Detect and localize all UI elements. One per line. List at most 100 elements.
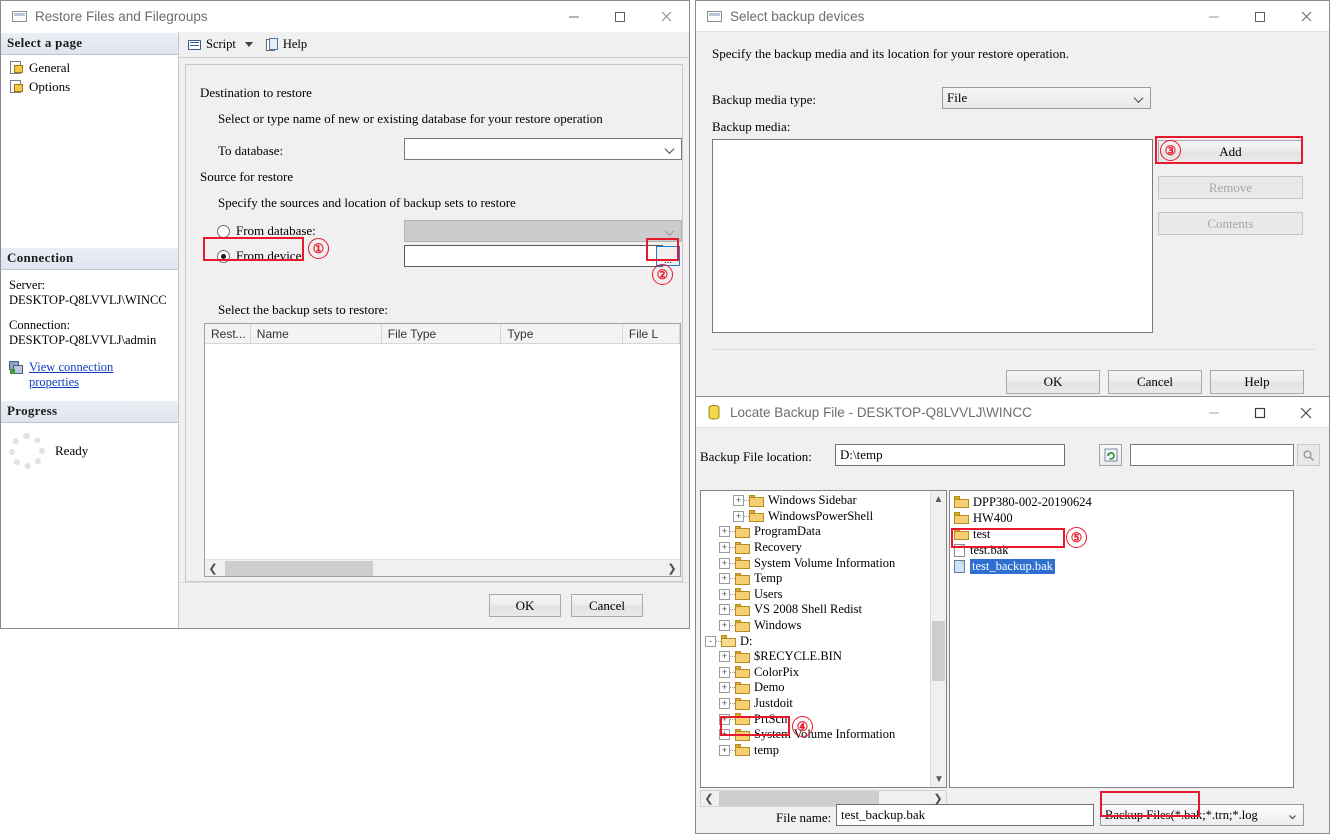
close-icon[interactable] xyxy=(643,1,689,32)
grid-col-file-l[interactable]: File L xyxy=(623,324,680,343)
restore-cancel-button[interactable]: Cancel xyxy=(571,594,643,617)
tree-item[interactable]: + $RECYCLE.BIN xyxy=(701,649,930,665)
sidebar-item-general[interactable]: General xyxy=(7,59,178,78)
file-list-item[interactable]: test_backup.bak xyxy=(950,558,1293,574)
view-connection-properties-link[interactable]: View connection properties xyxy=(9,360,170,390)
expand-icon[interactable]: + xyxy=(719,713,730,725)
tree-item[interactable]: + Recovery xyxy=(701,540,930,556)
folder-tree[interactable]: + Windows Sidebar + WindowsPowerShell + Progr… xyxy=(700,490,947,788)
help-button[interactable]: Help xyxy=(263,36,310,53)
collapse-icon[interactable]: - xyxy=(705,635,716,647)
maximize-icon[interactable] xyxy=(1237,1,1283,32)
view-connection-link-line2[interactable]: properties xyxy=(29,375,79,389)
close-icon[interactable] xyxy=(1283,397,1329,428)
tree-item[interactable]: + Windows xyxy=(701,618,930,634)
tree-item[interactable]: + temp xyxy=(701,743,930,759)
file-list-item[interactable]: test.bak xyxy=(950,542,1293,558)
from-device-radio[interactable] xyxy=(217,249,230,263)
expand-icon[interactable]: + xyxy=(719,729,730,741)
expand-icon[interactable]: + xyxy=(719,573,730,585)
file-list-item[interactable]: test xyxy=(950,526,1293,542)
minimize-icon[interactable] xyxy=(1191,1,1237,32)
chevron-down-icon[interactable] xyxy=(244,42,253,47)
tree-item[interactable]: + System Volume Information xyxy=(701,555,930,571)
tree-item[interactable]: + ColorPix xyxy=(701,665,930,681)
browse-device-button[interactable]: ... xyxy=(656,246,680,266)
grid-col-name[interactable]: Name xyxy=(251,324,382,343)
refresh-button[interactable] xyxy=(1099,444,1122,466)
to-database-combo[interactable] xyxy=(404,138,682,160)
expand-icon[interactable]: + xyxy=(719,542,730,554)
expand-icon[interactable]: + xyxy=(719,526,730,538)
script-button[interactable]: Script xyxy=(185,36,239,53)
minimize-icon[interactable] xyxy=(1191,397,1237,428)
expand-icon[interactable]: + xyxy=(719,620,730,632)
expand-icon[interactable]: + xyxy=(719,698,730,710)
expand-icon[interactable]: + xyxy=(719,588,730,600)
locate-backup-file-window: Locate Backup File - DESKTOP-Q8LVVLJ\WIN… xyxy=(695,396,1330,834)
grid-col-file-type[interactable]: File Type xyxy=(382,324,502,343)
file-name-label: File name: xyxy=(776,810,832,825)
tree-item[interactable]: + PrtScn xyxy=(701,711,930,727)
scroll-down-icon[interactable]: ▼ xyxy=(931,771,946,787)
annotation-number-3: ③ xyxy=(1160,140,1181,161)
expand-icon[interactable]: + xyxy=(733,510,744,522)
devices-help-button[interactable]: Help xyxy=(1210,370,1304,394)
restore-toolbar: Script Help xyxy=(179,32,689,58)
from-device-input[interactable] xyxy=(404,245,663,267)
tree-item[interactable]: + Windows Sidebar xyxy=(701,493,930,509)
tree-item[interactable]: + Users xyxy=(701,587,930,603)
scroll-left-icon[interactable]: ❮ xyxy=(205,562,221,575)
tree-item[interactable]: + WindowsPowerShell xyxy=(701,509,930,525)
expand-icon[interactable]: + xyxy=(733,495,744,507)
grid-col-restore[interactable]: Rest... xyxy=(205,324,251,343)
from-device-radio-row[interactable]: From device: xyxy=(217,248,305,264)
devices-cancel-button[interactable]: Cancel xyxy=(1108,370,1202,394)
scroll-up-icon[interactable]: ▲ xyxy=(931,491,946,507)
file-list-item[interactable]: HW400 xyxy=(950,510,1293,526)
maximize-icon[interactable] xyxy=(597,1,643,32)
tree-item[interactable]: + ProgramData xyxy=(701,524,930,540)
tree-item[interactable]: + Temp xyxy=(701,571,930,587)
search-button[interactable] xyxy=(1297,444,1320,466)
from-database-radio-row[interactable]: From database: xyxy=(217,223,316,239)
grid-scroll-thumb[interactable] xyxy=(225,560,373,576)
tree-vertical-scrollbar[interactable]: ▲ ▼ xyxy=(930,491,946,787)
media-type-combo[interactable]: File xyxy=(942,87,1151,109)
minimize-icon[interactable] xyxy=(551,1,597,32)
expand-icon[interactable]: + xyxy=(719,666,730,678)
tree-item[interactable]: + System Volume Information xyxy=(701,727,930,743)
devices-ok-button[interactable]: OK xyxy=(1006,370,1100,394)
maximize-icon[interactable] xyxy=(1237,397,1283,428)
scroll-right-icon[interactable]: ❯ xyxy=(664,562,680,575)
expand-icon[interactable]: + xyxy=(719,557,730,569)
tree-item[interactable]: + Justdoit xyxy=(701,696,930,712)
scroll-left-icon[interactable]: ❮ xyxy=(701,792,717,805)
view-connection-link-line1[interactable]: View connection xyxy=(29,360,113,374)
expand-icon[interactable]: + xyxy=(719,744,730,756)
backup-media-listbox[interactable] xyxy=(712,139,1153,333)
grid-horizontal-scrollbar[interactable]: ❮ ❯ xyxy=(205,559,680,576)
tree-scroll-thumb[interactable] xyxy=(932,621,945,681)
location-input[interactable]: D:\temp xyxy=(835,444,1065,466)
close-icon[interactable] xyxy=(1283,1,1329,32)
expand-icon[interactable]: + xyxy=(719,604,730,616)
backup-sets-grid[interactable]: Rest... Name File Type Type File L ❮ ❯ xyxy=(204,323,681,577)
from-database-radio[interactable] xyxy=(217,224,230,238)
select-backup-devices-window: Select backup devices Specify the backup… xyxy=(695,0,1330,397)
file-list[interactable]: DPP380-002-20190624 HW400 test test.bak test… xyxy=(949,490,1294,788)
grid-scroll-track[interactable] xyxy=(221,560,664,576)
search-input[interactable] xyxy=(1130,444,1294,466)
tree-item[interactable]: + VS 2008 Shell Redist xyxy=(701,602,930,618)
file-name-input[interactable]: test_backup.bak xyxy=(836,804,1094,826)
restore-ok-button[interactable]: OK xyxy=(489,594,561,617)
tree-item[interactable]: + Demo xyxy=(701,680,930,696)
grid-col-type[interactable]: Type xyxy=(501,324,623,343)
expand-icon[interactable]: + xyxy=(719,651,730,663)
sidebar-item-options[interactable]: Options xyxy=(7,78,178,97)
tree-item[interactable]: - D: xyxy=(701,633,930,649)
expand-icon[interactable]: + xyxy=(719,682,730,694)
file-filter-combo[interactable]: Backup Files(*.bak;*.trn;*.log xyxy=(1100,804,1304,826)
restore-content: Script Help Destination to restore Selec… xyxy=(179,32,689,628)
file-list-item[interactable]: DPP380-002-20190624 xyxy=(950,494,1293,510)
